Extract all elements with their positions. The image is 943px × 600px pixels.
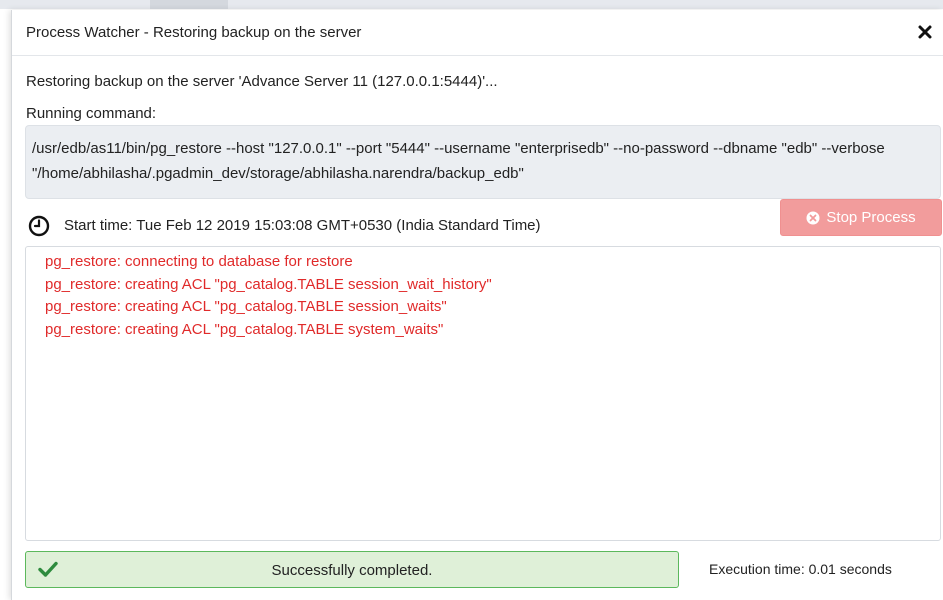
stop-process-button[interactable]: Stop Process [780,199,942,236]
background-toolbar [0,0,943,9]
process-log[interactable]: pg_restore: connecting to database for r… [25,246,941,541]
log-line: pg_restore: creating ACL "pg_catalog.TAB… [45,320,444,338]
stop-process-label: Stop Process [826,209,916,226]
log-line: pg_restore: creating ACL "pg_catalog.TAB… [45,275,492,293]
process-description: Restoring backup on the server 'Advance … [26,73,498,90]
status-message: Successfully completed. [25,551,679,588]
close-icon [918,25,932,39]
log-line: pg_restore: connecting to database for r… [45,253,353,270]
command-text: /usr/edb/as11/bin/pg_restore --host "127… [25,125,941,199]
status-text: Successfully completed. [271,562,433,579]
log-line: pg_restore: creating ACL "pg_catalog.TAB… [45,298,447,315]
execution-time: Execution time: 0.01 seconds [709,561,892,577]
process-watcher-dialog: Process Watcher - Restoring backup on th… [11,10,943,600]
clock-icon [28,215,50,237]
background-tab [150,0,228,9]
dialog-titlebar: Process Watcher - Restoring backup on th… [12,10,943,56]
start-time: Start time: Tue Feb 12 2019 15:03:08 GMT… [64,217,541,234]
dialog-title: Process Watcher - Restoring backup on th… [26,24,362,41]
running-command-label: Running command: [26,105,157,122]
times-circle-icon [806,211,820,225]
close-button[interactable] [915,22,935,42]
